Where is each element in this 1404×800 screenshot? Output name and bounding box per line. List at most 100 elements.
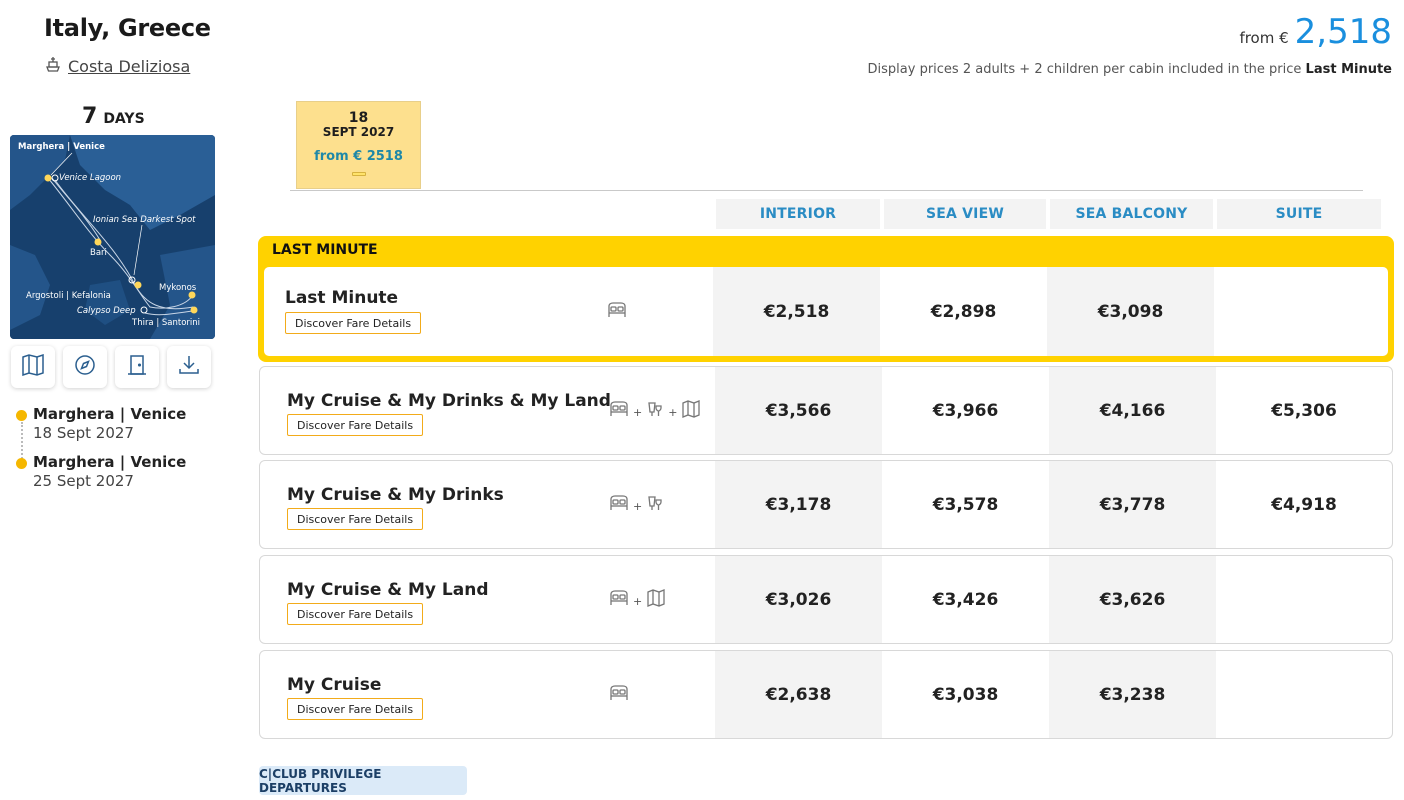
price-suite[interactable]: €4,918	[1216, 461, 1392, 548]
land-icon	[681, 399, 701, 422]
club-privilege-departures-button[interactable]: C|CLUB PRIVILEGE DEPARTURES	[259, 766, 467, 795]
price-sea-view[interactable]: €2,898	[880, 267, 1047, 356]
from-price-box: from € 2,518	[1239, 12, 1392, 52]
stop-date: 18 Sept 2027	[33, 424, 134, 442]
days-label: DAYS	[103, 111, 145, 127]
trip-duration: 7 DAYS	[82, 104, 145, 129]
cruise-icon	[609, 400, 629, 422]
map-label-ionian: Ionian Sea Darkest Spot	[93, 215, 196, 225]
explore-button[interactable]	[63, 346, 107, 388]
compass-icon	[74, 354, 96, 380]
map-label-thira: Thira | Santorini	[132, 318, 201, 328]
fare-name: My Cruise & My Drinks & My Land	[287, 391, 611, 411]
price-suite	[1216, 556, 1392, 643]
ship-icon	[44, 55, 62, 77]
stop-date: 25 Sept 2027	[33, 472, 134, 490]
fare-inclusions	[607, 267, 627, 356]
fare-details-button[interactable]: Discover Fare Details	[287, 414, 424, 436]
plus-icon: +	[633, 500, 643, 513]
map-view-button[interactable]	[11, 346, 55, 388]
days-number: 7	[82, 104, 98, 129]
cabin-header-suite: SUITE	[1217, 199, 1381, 229]
itinerary-list: Marghera | Venice 18 Sept 2027 Marghera …	[16, 405, 186, 501]
plus-icon: +	[633, 406, 643, 419]
map-label-calypso: Calypso Deep	[77, 306, 136, 316]
price-sea-view[interactable]: €3,426	[882, 556, 1049, 643]
fare-inclusions	[609, 651, 629, 738]
from-label: from €	[1239, 29, 1289, 47]
last-minute-block: LAST MINUTE Last Minute Discover Fare De…	[258, 236, 1394, 362]
fare-row-cruise-land[interactable]: My Cruise & My Land Discover Fare Detail…	[259, 555, 1393, 644]
map-label-lagoon: Venice Lagoon	[59, 173, 122, 183]
fare-name: My Cruise & My Drinks	[287, 485, 504, 505]
itinerary-stop: Marghera | Venice 25 Sept 2027	[16, 453, 186, 490]
download-icon	[178, 354, 200, 380]
price-sea-balcony[interactable]: €4,166	[1049, 367, 1216, 454]
price-sea-view[interactable]: €3,578	[882, 461, 1049, 548]
fare-row-cruise-drinks-land[interactable]: My Cruise & My Drinks & My Land Discover…	[259, 366, 1393, 455]
price-interior[interactable]: €2,518	[713, 267, 880, 356]
price-sea-view[interactable]: €3,038	[882, 651, 1049, 738]
stop-port: Marghera | Venice	[33, 453, 187, 471]
map-label-argostoli: Argostoli | Kefalonia	[26, 291, 111, 301]
tab-month: SEPT 2027	[322, 125, 395, 139]
drinks-icon	[646, 494, 664, 516]
from-price: 2,518	[1294, 12, 1392, 52]
tab-selected-indicator	[351, 172, 366, 176]
drinks-icon	[646, 400, 664, 422]
fare-name: Last Minute	[285, 288, 399, 308]
price-sea-balcony[interactable]: €3,626	[1049, 556, 1216, 643]
tab-divider	[290, 190, 1363, 191]
map-icon	[21, 353, 45, 380]
map-label-embark: Marghera | Venice	[18, 142, 105, 152]
price-sea-balcony[interactable]: €3,238	[1049, 651, 1216, 738]
stop-port: Marghera | Venice	[33, 405, 187, 423]
plus-icon: +	[668, 406, 678, 419]
price-suite	[1214, 267, 1382, 356]
departure-date-tab[interactable]: 18 SEPT 2027 from € 2518	[296, 101, 421, 189]
map-label-bari: Bari	[90, 248, 107, 258]
price-sea-balcony[interactable]: €3,098	[1047, 267, 1214, 356]
price-sea-view[interactable]: €3,966	[882, 367, 1049, 454]
cruise-icon	[609, 684, 629, 706]
price-interior[interactable]: €3,178	[715, 461, 882, 548]
cabin-header-sea-balcony: SEA BALCONY	[1050, 199, 1213, 229]
tab-day: 18	[348, 110, 369, 126]
price-suite[interactable]: €5,306	[1216, 367, 1392, 454]
cabin-header-interior: INTERIOR	[716, 199, 880, 229]
fare-row-cruise[interactable]: My Cruise Discover Fare Details €2,638 €…	[259, 650, 1393, 739]
deck-plan-button[interactable]	[115, 346, 159, 388]
ship-link[interactable]: Costa Deliziosa	[44, 55, 190, 77]
price-interior[interactable]: €3,026	[715, 556, 882, 643]
ship-name: Costa Deliziosa	[68, 56, 191, 76]
fare-details-button[interactable]: Discover Fare Details	[287, 698, 424, 720]
tab-from-price: from € 2518	[314, 149, 403, 164]
price-interior[interactable]: €2,638	[715, 651, 882, 738]
route-map[interactable]: Marghera | Venice Venice Lagoon Ionian S…	[10, 135, 215, 339]
fare-details-button[interactable]: Discover Fare Details	[287, 603, 424, 625]
itinerary-stop: Marghera | Venice 18 Sept 2027	[16, 405, 186, 442]
display-note-text: Display prices 2 adults + 2 children per…	[867, 62, 1302, 77]
fare-row-cruise-drinks[interactable]: My Cruise & My Drinks Discover Fare Deta…	[259, 460, 1393, 549]
map-toolbar	[11, 346, 211, 388]
fare-name: My Cruise & My Land	[287, 580, 489, 600]
fare-inclusions: +	[609, 461, 664, 548]
download-button[interactable]	[167, 346, 211, 388]
cruise-icon	[609, 494, 629, 516]
price-sea-balcony[interactable]: €3,778	[1049, 461, 1216, 548]
cruise-icon	[609, 589, 629, 611]
price-suite	[1216, 651, 1392, 738]
plus-icon: +	[633, 595, 643, 608]
price-interior[interactable]: €3,566	[715, 367, 882, 454]
fare-row-last-minute[interactable]: Last Minute Discover Fare Details €2,518…	[264, 267, 1388, 356]
fare-name: My Cruise	[287, 675, 382, 695]
door-icon	[127, 354, 147, 380]
destination-title: Italy, Greece	[44, 14, 211, 42]
stop-dot	[16, 410, 27, 421]
fare-inclusions: +	[609, 556, 666, 643]
display-prices-note: Display prices 2 adults + 2 children per…	[868, 62, 1392, 77]
display-note-fare: Last Minute	[1305, 62, 1392, 77]
fare-details-button[interactable]: Discover Fare Details	[287, 508, 424, 530]
fare-details-button[interactable]: Discover Fare Details	[285, 312, 422, 334]
stop-dot	[16, 458, 27, 469]
